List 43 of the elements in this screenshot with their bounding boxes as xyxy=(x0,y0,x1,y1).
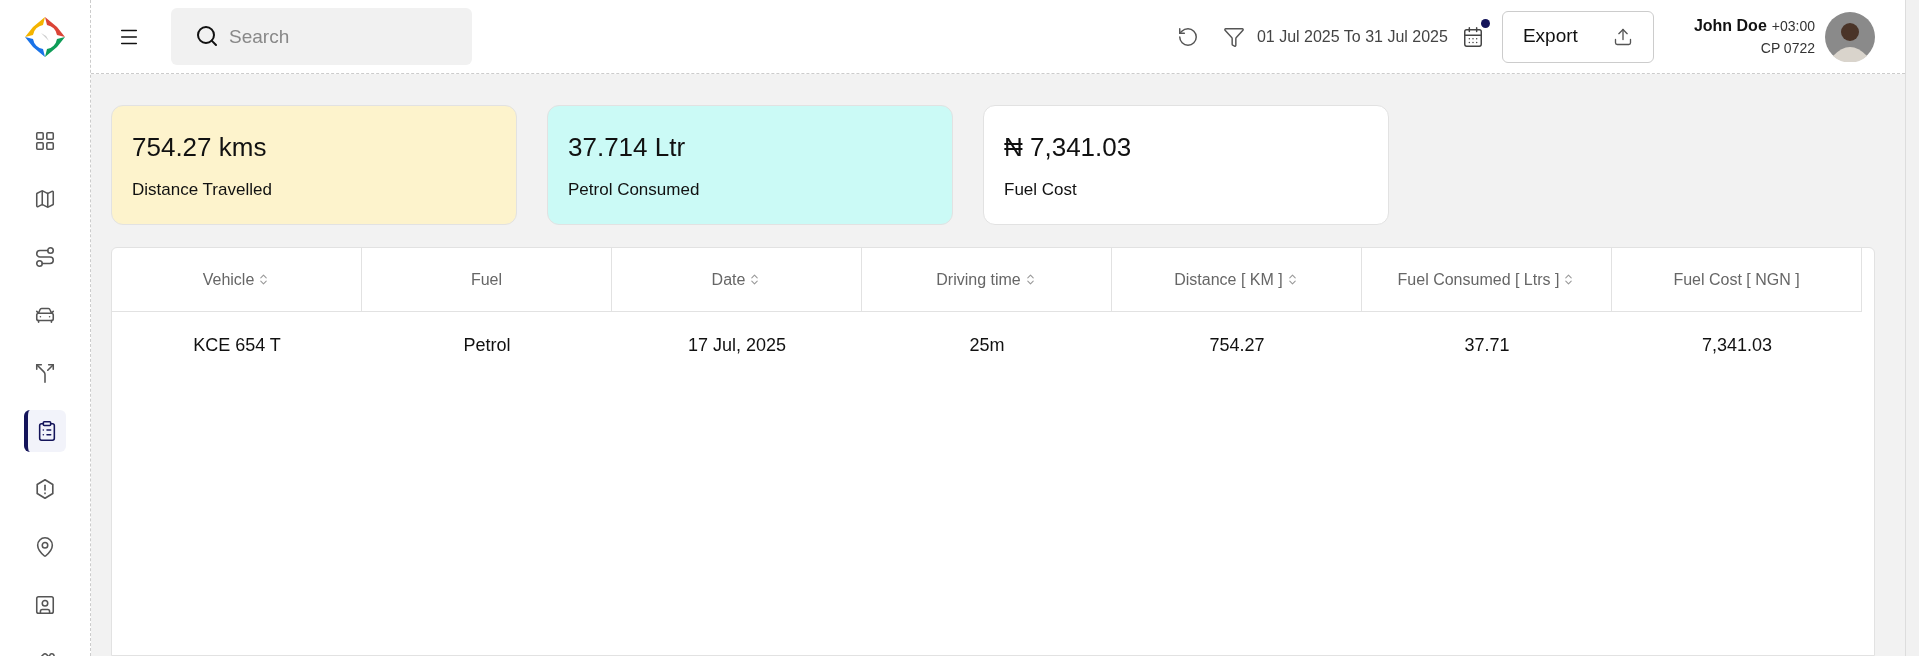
split-arrow-icon xyxy=(34,362,56,384)
table-cell-text: 25m xyxy=(969,333,1005,357)
column-header[interactable]: Fuel Cost [ NGN ] xyxy=(1612,248,1862,311)
table-cell-text: 754.27 xyxy=(1209,333,1265,357)
summary-label: Petrol Consumed xyxy=(568,178,701,201)
clipboard-icon xyxy=(36,420,58,442)
alert-icon xyxy=(34,478,56,500)
filter-button[interactable] xyxy=(1222,25,1245,48)
grid-icon xyxy=(34,130,56,152)
table-cell-text: 37.71 xyxy=(1464,333,1510,357)
summary-value: ₦ 7,341.03 xyxy=(1004,130,1133,164)
refresh-icon xyxy=(1176,25,1199,48)
table-cell-text: 7,341.03 xyxy=(1701,333,1773,357)
summary-value: 37.714 Ltr xyxy=(568,130,687,164)
table-cell-text: KCE 654 T xyxy=(193,333,281,357)
summary-label: Distance Travelled xyxy=(132,178,273,201)
map-icon xyxy=(34,188,56,210)
column-header[interactable]: Distance [ KM ] xyxy=(1112,248,1362,311)
table-cell-text: Petrol xyxy=(463,333,511,357)
summary-label: Fuel Cost xyxy=(1004,178,1078,201)
export-button[interactable]: Export xyxy=(1501,10,1654,63)
column-header[interactable]: Fuel xyxy=(362,248,612,311)
column-header[interactable]: Fuel Consumed [ Ltrs ] xyxy=(1362,248,1612,311)
column-header[interactable]: Vehicle xyxy=(112,248,362,311)
summary-value: 754.27 kms xyxy=(132,130,268,164)
date-range: 01 Jul 2025 To 31 Jul 2025 xyxy=(1256,26,1448,47)
upload-icon xyxy=(1612,26,1633,47)
column-header[interactable]: Date xyxy=(612,248,862,311)
user-timezone: +03:00 xyxy=(1771,17,1815,36)
user-name: John Doe xyxy=(1693,16,1767,36)
avatar[interactable] xyxy=(1825,11,1875,62)
search-field[interactable]: Search xyxy=(171,8,472,65)
calendar-icon xyxy=(1461,25,1484,48)
map-pin-icon xyxy=(34,536,56,558)
user-code: CP 0722 xyxy=(1760,39,1815,58)
filter-icon xyxy=(1222,25,1245,48)
column-header[interactable]: Driving time xyxy=(862,248,1112,311)
refresh-button[interactable] xyxy=(1176,25,1199,48)
user-icon xyxy=(34,594,56,616)
search-icon xyxy=(195,24,219,48)
route-icon xyxy=(34,246,56,268)
table-cell-text: 17 Jul, 2025 xyxy=(687,333,787,357)
sidebar-item[interactable] xyxy=(24,410,66,452)
